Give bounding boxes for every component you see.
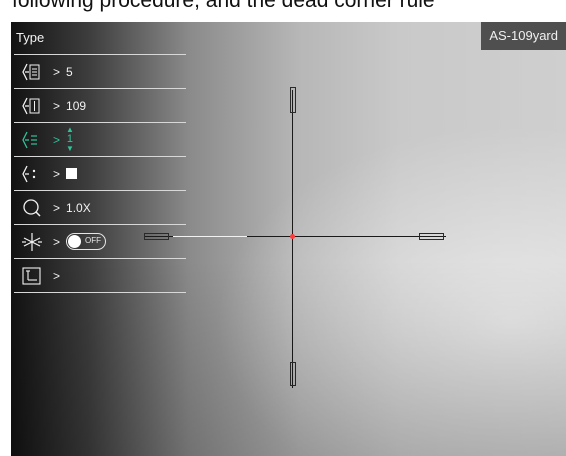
reticle-top-box xyxy=(290,87,296,113)
menu-item-position[interactable]: > xyxy=(14,259,186,293)
reticle-bottom-box xyxy=(290,362,296,386)
menu-item-arrow: > xyxy=(53,64,61,79)
menu-title: Type xyxy=(16,30,45,45)
menu-item-zero-distance[interactable]: > 109 xyxy=(14,89,186,123)
menu-item-arrow: > xyxy=(53,132,61,147)
menu-item-zero-row[interactable]: > ▲ 1 ▼ xyxy=(14,123,186,157)
distance-icon xyxy=(19,94,45,118)
zeroing-profile-badge: AS-109yard xyxy=(481,22,566,50)
caption-text: following procedure, and the dead corner… xyxy=(12,0,435,12)
zero-distance-icon xyxy=(19,60,45,84)
white-square-icon xyxy=(66,168,78,179)
document-caption: following procedure, and the dead corner… xyxy=(0,0,566,22)
menu-item-arrow: > xyxy=(53,200,61,215)
menu-item-zoom[interactable]: > 1.0X xyxy=(14,191,186,225)
menu-item-value: 1.0X xyxy=(66,200,91,215)
menu-item-freeze[interactable]: > OFF xyxy=(14,225,186,259)
adjust-row-icon xyxy=(19,128,45,152)
stepper-down-icon[interactable]: ▼ xyxy=(66,145,74,153)
menu-item-value: 109 xyxy=(66,98,87,113)
zeroing-menu: Type > 5 > 109 > ▲ 1 ▼ > > 1.0X > OFF > xyxy=(11,22,187,293)
menu-item-arrow: > xyxy=(53,166,61,181)
position-icon xyxy=(19,264,45,288)
toggle-knob xyxy=(68,235,82,248)
toggle-label: OFF xyxy=(85,236,102,245)
row-stepper[interactable]: ▲ 1 ▼ xyxy=(66,126,74,153)
menu-item-arrow: > xyxy=(53,98,61,113)
freeze-toggle[interactable]: OFF xyxy=(66,233,107,250)
zoom-icon xyxy=(19,196,45,220)
menu-item-distance-type[interactable]: > 5 xyxy=(14,55,186,89)
thermal-view: AS-109yard Type > 5 > 109 > ▲ 1 ▼ > > 1.… xyxy=(11,22,566,456)
freeze-icon xyxy=(19,230,45,254)
menu-item-arrow: > xyxy=(53,268,61,283)
menu-item-value: 5 xyxy=(66,64,73,79)
menu-item-reticle-style[interactable]: > xyxy=(14,157,186,191)
reticle-right-box xyxy=(419,233,444,240)
reticle-vertical-line xyxy=(292,90,293,388)
menu-item-arrow: > xyxy=(53,234,61,249)
reticle-style-icon xyxy=(19,162,45,186)
reticle-center-dot xyxy=(290,234,295,239)
